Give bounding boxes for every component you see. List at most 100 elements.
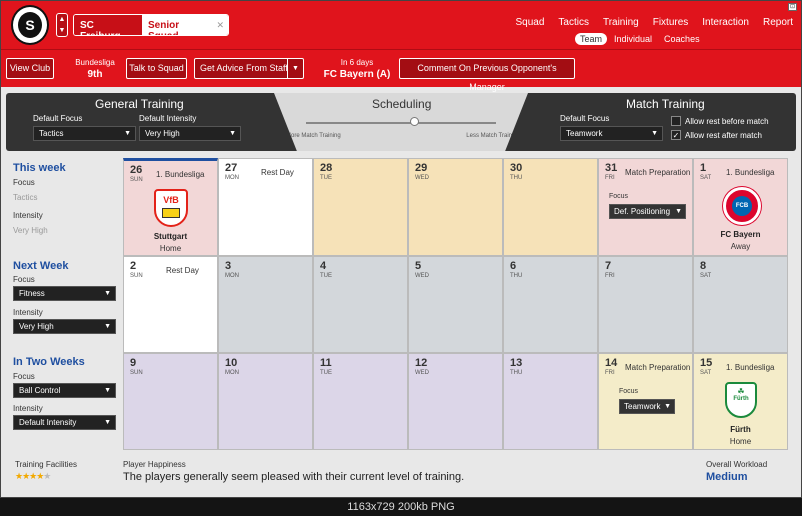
- intensity-select[interactable]: Very High ▼: [13, 319, 116, 334]
- default-focus-value: Tactics: [39, 129, 64, 138]
- star-empty-icon: ★: [43, 471, 51, 481]
- logo-text: Fürth: [733, 396, 749, 402]
- calendar-day[interactable]: 28 TUE: [313, 158, 408, 256]
- calendar-day[interactable]: 1 SAT 1. Bundesliga FCB FC Bayern Away: [693, 158, 788, 256]
- squad-name[interactable]: Senior Squad: [142, 15, 213, 35]
- scheduling-section: Scheduling More Match Training Less Matc…: [274, 93, 528, 151]
- day-name: SUN: [130, 273, 143, 279]
- club-crest-icon[interactable]: S: [11, 5, 49, 45]
- club-name[interactable]: SC Freiburg: [74, 15, 142, 35]
- week-title: This week: [13, 162, 66, 174]
- furth-logo-icon: ☘ Fürth: [725, 382, 757, 418]
- day-number: 12: [415, 357, 428, 369]
- calendar-day[interactable]: 8 SAT: [693, 256, 788, 353]
- nav-fixtures[interactable]: Fixtures: [653, 17, 689, 28]
- calendar-day[interactable]: 27 MON Rest Day: [218, 158, 313, 256]
- club-switch-arrows-icon[interactable]: ▲ ▼: [56, 13, 68, 37]
- match-prep-focus-select[interactable]: Teamwork ▼: [619, 399, 675, 414]
- talk-to-squad-button[interactable]: Talk to Squad: [126, 58, 187, 79]
- day-number: 5: [415, 260, 422, 272]
- default-focus-select[interactable]: Tactics ▼: [33, 126, 136, 141]
- club-selector[interactable]: SC Freiburg Senior Squad ✕: [73, 14, 229, 36]
- day-event: 1. Bundesliga: [726, 363, 775, 372]
- nav-training[interactable]: Training: [603, 17, 639, 28]
- calendar-day[interactable]: 11 TUE: [313, 353, 408, 450]
- happiness-text: The players generally seem pleased with …: [123, 471, 465, 483]
- comment-manager-button[interactable]: Comment On Previous Opponent's Manager: [399, 58, 575, 92]
- day-name: TUE: [320, 273, 332, 279]
- chevron-down-icon: ▼: [675, 208, 682, 215]
- chevron-down-icon: ▼: [229, 130, 236, 137]
- calendar-day[interactable]: 4 TUE: [313, 256, 408, 353]
- match-venue: Home: [729, 437, 752, 446]
- day-event: Match Preparation: [625, 363, 691, 372]
- match-focus-select[interactable]: Teamwork ▼: [560, 126, 663, 141]
- calendar-day[interactable]: 26 SUN 1. Bundesliga VfB Stuttgart Home: [123, 158, 218, 256]
- view-club-button[interactable]: View Club: [6, 58, 54, 79]
- calendar-day[interactable]: 15 SAT 1. Bundesliga ☘ Fürth Fürth Home: [693, 353, 788, 450]
- day-number: 14: [605, 357, 618, 369]
- subnav-team[interactable]: Team: [575, 33, 608, 45]
- day-event: 1. Bundesliga: [156, 170, 205, 179]
- close-icon[interactable]: ✕: [212, 15, 228, 35]
- calendar-day[interactable]: 2 SUN Rest Day: [123, 256, 218, 353]
- nav-tactics[interactable]: Tactics: [558, 17, 589, 28]
- less-match-label: Less Match Training: [466, 133, 520, 139]
- calendar-day[interactable]: 12 WED: [408, 353, 503, 450]
- day-name: SUN: [130, 370, 143, 376]
- nav-squad[interactable]: Squad: [515, 17, 544, 28]
- get-advice-button[interactable]: Get Advice From Staff ▼: [194, 58, 304, 79]
- calendar-day[interactable]: 31 FRI Match Preparation Focus Def. Position…: [598, 158, 693, 256]
- focus-select[interactable]: Fitness ▼: [13, 286, 116, 301]
- day-number: 7: [605, 260, 612, 272]
- nav-interaction[interactable]: Interaction: [702, 17, 749, 28]
- calendar-day[interactable]: 7 FRI: [598, 256, 693, 353]
- league-position: Bundesliga 9th: [65, 58, 125, 80]
- scheduling-slider[interactable]: [306, 122, 496, 124]
- league-label: Bundesliga: [75, 58, 115, 67]
- week-this: This week Focus Tactics Intensity Very H…: [6, 158, 122, 256]
- day-number: 8: [700, 260, 707, 272]
- chevron-down-icon[interactable]: ▼: [287, 59, 303, 78]
- calendar-day[interactable]: 9 SUN: [123, 353, 218, 450]
- calendar-day[interactable]: 3 MON: [218, 256, 313, 353]
- calendar-day[interactable]: 30 THU: [503, 158, 598, 256]
- top-bar: S ▲▼ SC Freiburg Senior Squad ✕ Squad Ta…: [1, 1, 801, 49]
- day-number: 6: [510, 260, 517, 272]
- default-intensity-select[interactable]: Very High ▼: [139, 126, 241, 141]
- facilities-label: Training Facilities: [15, 460, 77, 469]
- day-number: 11: [320, 357, 332, 369]
- subnav-individual[interactable]: Individual: [609, 33, 657, 45]
- subnav-coaches[interactable]: Coaches: [659, 33, 705, 45]
- calendar-day[interactable]: 5 WED: [408, 256, 503, 353]
- calendar-day[interactable]: 13 THU: [503, 353, 598, 450]
- scheduling-slider-knob[interactable]: [410, 117, 419, 126]
- calendar-day[interactable]: 6 THU: [503, 256, 598, 353]
- calendar-day[interactable]: 14 FRI Match Preparation Focus Teamwork ▼: [598, 353, 693, 450]
- day-name: WED: [415, 175, 429, 181]
- day-name: FRI: [605, 175, 615, 181]
- week-title: Next Week: [13, 260, 69, 272]
- get-advice-label: Get Advice From Staff: [200, 63, 288, 73]
- calendar-day[interactable]: 10 MON: [218, 353, 313, 450]
- focus-select[interactable]: Ball Control ▼: [13, 383, 116, 398]
- chevron-down-icon: ▼: [651, 130, 658, 137]
- info-bar: View Club Bundesliga 9th Talk to Squad G…: [1, 49, 801, 92]
- chevron-down-icon: ▼: [124, 130, 131, 137]
- calendar-day[interactable]: 29 WED: [408, 158, 503, 256]
- training-calendar: 26 SUN 1. Bundesliga VfB Stuttgart Home 27 MON R…: [123, 158, 788, 450]
- allow-rest-after-checkbox[interactable]: ✓: [671, 130, 681, 140]
- day-number: 26: [130, 164, 143, 176]
- day-event: 1. Bundesliga: [726, 168, 775, 177]
- match-prep-focus-select[interactable]: Def. Positioning ▼: [609, 204, 686, 219]
- day-name: FRI: [605, 370, 615, 376]
- intensity-value: Very High: [13, 226, 48, 235]
- intensity-select[interactable]: Default Intensity ▼: [13, 415, 116, 430]
- window-restore-icon[interactable]: ⊡: [788, 3, 797, 11]
- happiness-label: Player Happiness: [123, 460, 186, 469]
- nav-report[interactable]: Report: [763, 17, 793, 28]
- allow-rest-before-checkbox[interactable]: [671, 116, 681, 126]
- day-name: TUE: [320, 175, 332, 181]
- match-prep-focus-value: Def. Positioning: [614, 207, 671, 216]
- opponent-name: Stuttgart: [153, 232, 188, 241]
